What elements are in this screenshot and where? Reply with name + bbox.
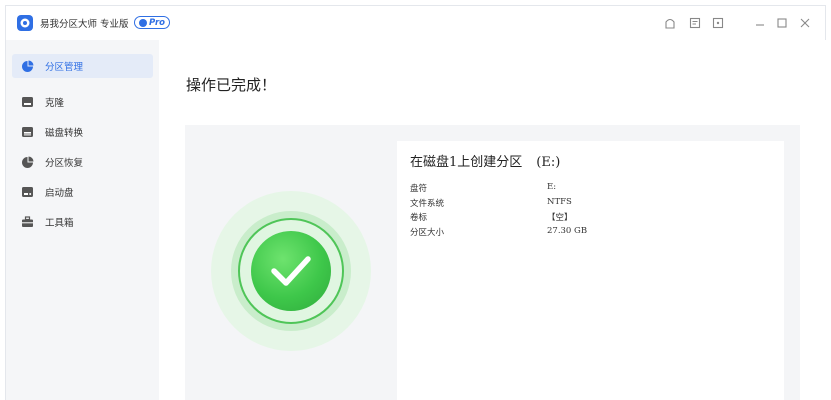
info-label: 盘符 xyxy=(410,184,428,194)
sidebar-item-label: 工具箱 xyxy=(45,218,74,229)
sidebar-item-label: 分区管理 xyxy=(45,62,84,73)
app-logo-icon xyxy=(17,15,33,31)
app-window: 易我分区大师 专业版 Pro 分区管理 克隆 磁盘转换 分区恢复 启动盘 工具箱… xyxy=(5,5,827,400)
sidebar-item-boot-disk[interactable]: 启动盘 xyxy=(12,180,153,204)
feedback-icon[interactable] xyxy=(688,16,702,30)
partition-recovery-icon xyxy=(20,155,34,169)
page-title: 操作已完成！ xyxy=(186,76,277,94)
maximize-icon[interactable] xyxy=(775,16,789,30)
operation-drive: (E:) xyxy=(536,155,561,170)
operation-name: 在磁盘1上创建分区 xyxy=(410,155,523,170)
pie-chart-icon xyxy=(20,59,34,73)
result-panel: 在磁盘1上创建分区 (E:) 盘符 E: 文件系统 NTFS 卷标 【空】 分区大… xyxy=(185,125,800,400)
operation-summary-card: 在磁盘1上创建分区 (E:) 盘符 E: 文件系统 NTFS 卷标 【空】 分区大… xyxy=(397,141,784,400)
info-value: 【空】 xyxy=(547,213,573,223)
toolbox-icon xyxy=(20,215,34,229)
sidebar-item-disk-convert[interactable]: 磁盘转换 xyxy=(12,120,153,144)
info-label: 卷标 xyxy=(410,213,428,223)
main-content: 操作已完成！ 在磁盘1上创建分区 (E:) 盘符 E: 文件系统 NTFS 卷标… xyxy=(159,40,827,400)
info-row-drive-letter: 盘符 E: xyxy=(410,182,556,194)
sidebar: 分区管理 克隆 磁盘转换 分区恢复 启动盘 工具箱 xyxy=(6,40,159,400)
info-value: E: xyxy=(547,182,557,192)
sidebar-item-toolbox[interactable]: 工具箱 xyxy=(12,210,153,234)
operation-title: 在磁盘1上创建分区 (E:) xyxy=(410,151,560,170)
boot-disk-icon xyxy=(20,185,34,199)
menu-icon[interactable] xyxy=(711,16,725,30)
minimize-icon[interactable] xyxy=(753,16,767,30)
sidebar-item-label: 磁盘转换 xyxy=(45,128,84,139)
skin-icon[interactable] xyxy=(663,16,677,30)
info-value: 27.30 GB xyxy=(547,226,588,236)
sidebar-item-label: 克隆 xyxy=(45,98,65,109)
info-row-file-system: 文件系统 NTFS xyxy=(410,197,572,209)
pro-badge-label: Pro xyxy=(149,17,165,28)
sidebar-item-clone[interactable]: 克隆 xyxy=(12,90,153,114)
info-label: 文件系统 xyxy=(410,199,445,209)
info-row-partition-size: 分区大小 27.30 GB xyxy=(410,226,587,238)
sidebar-item-label: 启动盘 xyxy=(45,188,74,199)
pro-badge-icon xyxy=(139,18,147,27)
app-title: 易我分区大师 专业版 xyxy=(40,19,129,30)
info-value: NTFS xyxy=(547,197,572,207)
close-icon[interactable] xyxy=(798,16,812,30)
success-check-icon xyxy=(211,191,371,351)
sidebar-item-partition-management[interactable]: 分区管理 xyxy=(12,54,153,78)
title-bar: 易我分区大师 专业版 Pro xyxy=(6,6,825,40)
info-label: 分区大小 xyxy=(410,228,445,238)
info-row-volume-label: 卷标 【空】 xyxy=(410,211,573,223)
pro-badge[interactable]: Pro xyxy=(134,16,170,29)
sidebar-item-label: 分区恢复 xyxy=(45,158,84,169)
clone-icon xyxy=(20,95,34,109)
disk-convert-icon xyxy=(20,125,34,139)
sidebar-item-partition-recovery[interactable]: 分区恢复 xyxy=(12,150,153,174)
